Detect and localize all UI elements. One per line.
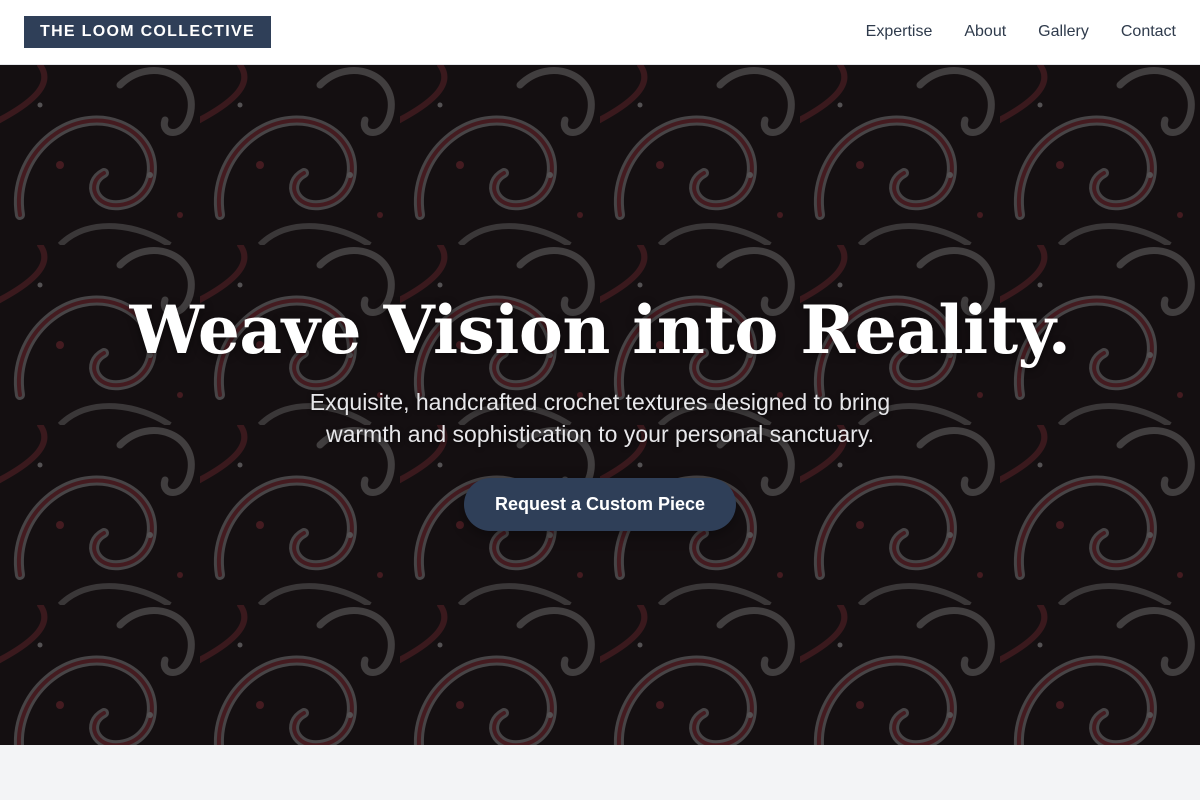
nav-link-expertise[interactable]: Expertise — [866, 23, 933, 41]
hero-section: Weave Vision into Reality. Exquisite, ha… — [0, 65, 1200, 745]
hero-title: Weave Vision into Reality. — [129, 291, 1071, 369]
nav-link-about[interactable]: About — [964, 23, 1006, 41]
hero-subtitle: Exquisite, handcrafted crochet textures … — [309, 389, 891, 447]
hero-content: Weave Vision into Reality. Exquisite, ha… — [0, 290, 1200, 531]
nav-link-contact[interactable]: Contact — [1121, 23, 1176, 41]
main-nav: Expertise About Gallery Contact — [866, 23, 1176, 41]
request-custom-piece-button[interactable]: Request a Custom Piece — [463, 478, 737, 531]
site-header: THE LOOM COLLECTIVE Expertise About Gall… — [0, 0, 1200, 65]
next-section — [0, 745, 1200, 800]
nav-link-gallery[interactable]: Gallery — [1038, 23, 1089, 41]
brand-logo[interactable]: THE LOOM COLLECTIVE — [24, 16, 271, 48]
